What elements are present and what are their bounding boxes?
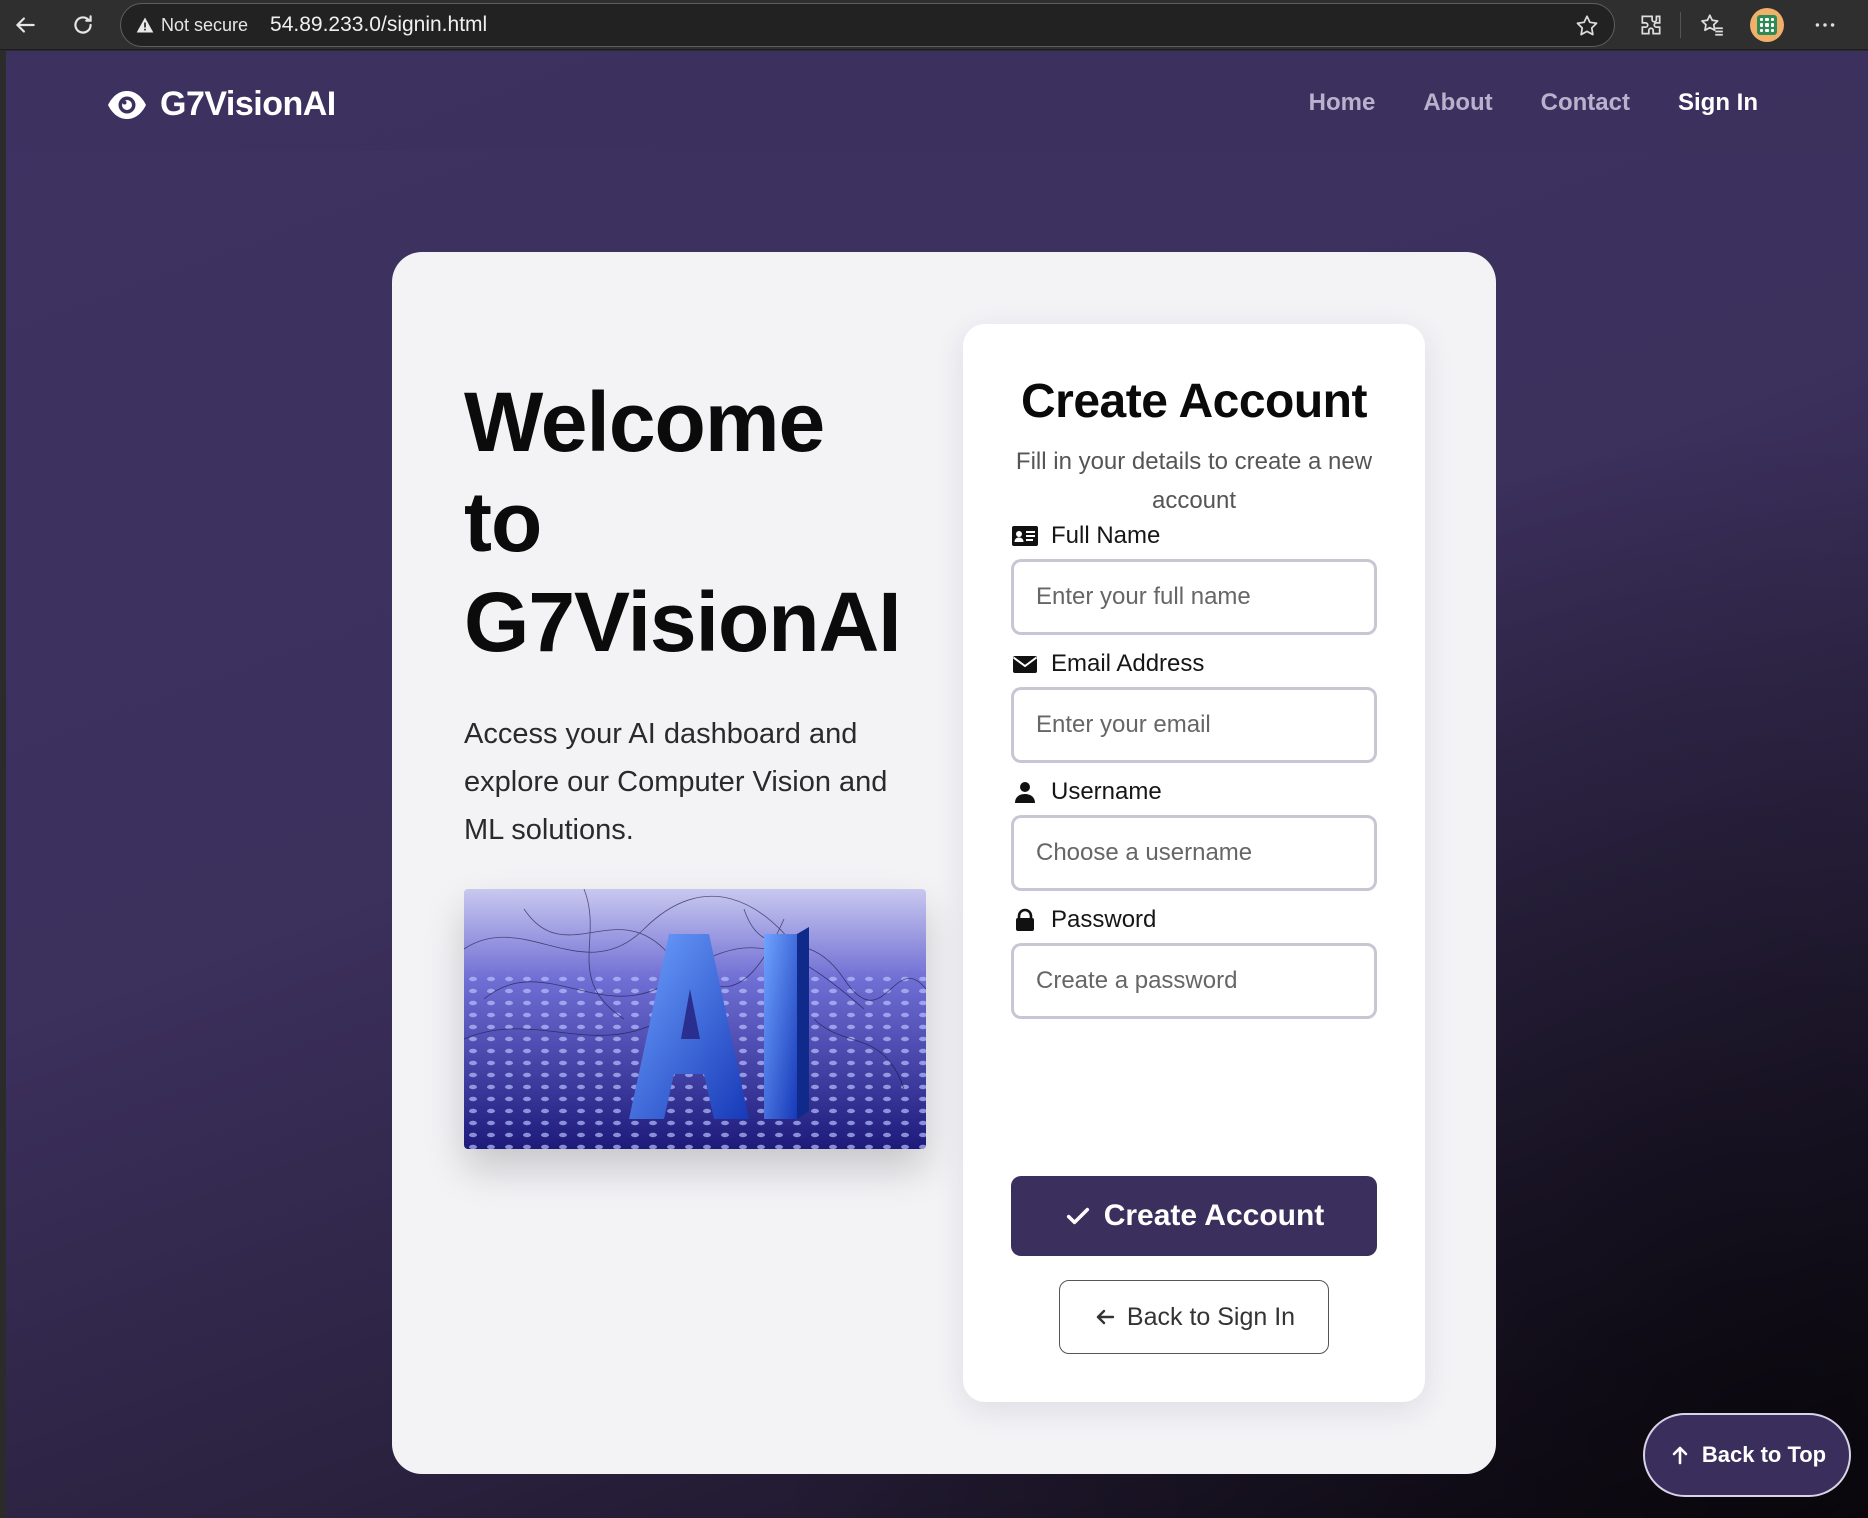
nav-contact[interactable]: Contact: [1541, 89, 1630, 117]
extensions-icon[interactable]: [1634, 8, 1668, 42]
email-label: Email Address: [1011, 650, 1204, 678]
user-icon: [1015, 782, 1035, 803]
toolbar-separator: [1680, 12, 1681, 38]
full-name-label: Full Name: [1011, 522, 1160, 550]
brand-logo[interactable]: G7VisionAI: [106, 85, 336, 124]
nav-about[interactable]: About: [1423, 89, 1492, 117]
welcome-line-3: G7VisionAI: [464, 575, 902, 669]
main-nav: Home About Contact Sign In: [1309, 89, 1758, 117]
ai-hero-image: [464, 889, 926, 1149]
back-icon[interactable]: [6, 6, 44, 44]
auth-card: Welcome to G7VisionAI Access your AI das…: [392, 252, 1496, 1474]
welcome-subtitle: Access your AI dashboard and explore our…: [464, 718, 888, 846]
calculator-icon: [1757, 15, 1777, 35]
form-subtitle: Fill in your details to create a new acc…: [1015, 448, 1373, 514]
brand-name: G7VisionAI: [160, 85, 336, 123]
full-name-label-text: Full Name: [1051, 522, 1161, 549]
arrow-left-icon: [1096, 1309, 1115, 1325]
more-menu-icon[interactable]: [1808, 8, 1842, 42]
back-to-top-button[interactable]: Back to Top: [1643, 1413, 1851, 1497]
refresh-icon[interactable]: [64, 6, 102, 44]
nav-sign-in[interactable]: Sign In: [1678, 89, 1758, 117]
checkmark-icon: [1066, 1207, 1089, 1225]
form-title: Create Account: [1021, 375, 1367, 428]
security-label[interactable]: Not secure: [161, 15, 248, 36]
create-account-button-label: Create Account: [1103, 1199, 1325, 1232]
password-input[interactable]: [1011, 943, 1377, 1019]
create-account-form: Create Account Fill in your details to c…: [963, 324, 1425, 1402]
id-card-icon: [1012, 526, 1038, 546]
welcome-heading: Welcome to G7VisionAI: [464, 372, 924, 672]
back-to-top-label: Back to Top: [1701, 1442, 1827, 1467]
welcome-line-2: to: [464, 475, 542, 569]
address-bar[interactable]: Not secure 54.89.233.0/signin.html: [120, 3, 1615, 47]
page-viewport: G7VisionAI Home About Contact Sign In We…: [6, 51, 1868, 1518]
username-label-text: Username: [1051, 778, 1162, 805]
eye-icon: [108, 90, 146, 119]
site-header: G7VisionAI Home About Contact Sign In: [6, 51, 1868, 151]
profile-avatar[interactable]: [1750, 8, 1784, 42]
welcome-line-1: Welcome: [464, 375, 825, 469]
password-label: Password: [1011, 906, 1156, 934]
full-name-input[interactable]: [1011, 559, 1377, 635]
create-account-button[interactable]: Create Account: [1011, 1176, 1377, 1256]
back-to-sign-in-label: Back to Sign In: [1126, 1302, 1296, 1331]
favorite-star-icon[interactable]: [1574, 13, 1600, 39]
favorites-icon[interactable]: [1695, 8, 1729, 42]
url-text[interactable]: 54.89.233.0/signin.html: [270, 13, 487, 37]
warning-icon: [135, 15, 155, 35]
browser-toolbar: Not secure 54.89.233.0/signin.html: [0, 0, 1868, 50]
lock-icon: [1016, 908, 1034, 931]
username-label: Username: [1011, 778, 1162, 806]
envelope-icon: [1012, 656, 1038, 673]
username-input[interactable]: [1011, 815, 1377, 891]
password-label-text: Password: [1051, 906, 1157, 933]
back-to-sign-in-button[interactable]: Back to Sign In: [1059, 1280, 1329, 1354]
nav-home[interactable]: Home: [1309, 89, 1376, 117]
email-input[interactable]: [1011, 687, 1377, 763]
email-label-text: Email Address: [1051, 650, 1205, 677]
arrow-up-icon: [1672, 1446, 1688, 1465]
